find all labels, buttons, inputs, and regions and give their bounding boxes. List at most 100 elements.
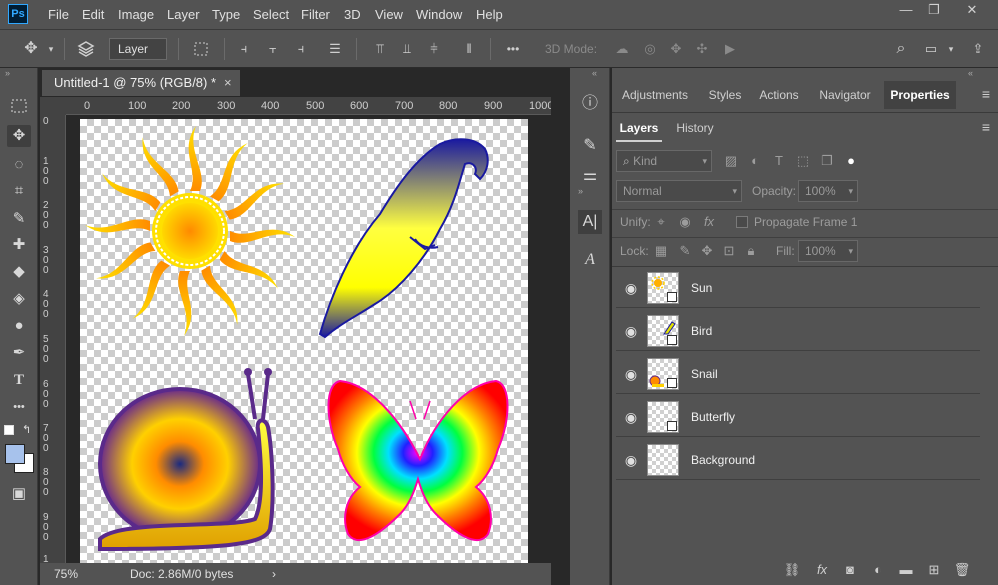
search-icon[interactable]: ⌕	[891, 40, 911, 58]
layer-filter-select[interactable]: ⌕ Kind ▾	[616, 150, 712, 172]
photoshop-logo[interactable]: Ps	[8, 4, 28, 24]
visibility-eye-icon[interactable]: ◉	[622, 322, 640, 340]
layer-row-sun[interactable]: ◉ Sun	[616, 268, 980, 308]
move-tool-icon[interactable]: ✥	[20, 40, 42, 58]
menu-view[interactable]: View	[375, 7, 403, 22]
healing-brush-icon[interactable]: ✚	[7, 234, 31, 256]
crop-tool-icon[interactable]: ⌗	[7, 180, 31, 202]
opacity-input[interactable]: 100% ▾	[798, 180, 858, 202]
auto-select-target-select[interactable]: Layer	[109, 38, 167, 60]
vertical-scrollbar[interactable]	[531, 115, 551, 563]
menu-select[interactable]: Select	[253, 7, 289, 22]
restore-button[interactable]: ❐	[925, 3, 943, 17]
adjustment-filter-icon[interactable]: ◐	[746, 151, 764, 171]
swap-colors-icon[interactable]: ↰	[22, 423, 31, 436]
lock-transparent-icon[interactable]: ▦	[652, 241, 670, 261]
zoom-level[interactable]: 75%	[54, 563, 78, 585]
visibility-eye-icon[interactable]: ◉	[622, 451, 640, 469]
status-menu-arrow-icon[interactable]: ›	[272, 563, 276, 585]
tab-history[interactable]: History	[668, 114, 722, 142]
3d-roll-icon[interactable]: ◎	[640, 40, 660, 58]
delete-layer-icon[interactable]: 🗑︎	[952, 561, 972, 579]
add-mask-icon[interactable]: ◙	[840, 561, 860, 579]
visibility-eye-icon[interactable]: ◉	[622, 365, 640, 383]
menu-layer[interactable]: Layer	[167, 7, 200, 22]
menu-edit[interactable]: Edit	[82, 7, 104, 22]
new-group-icon[interactable]: ▬	[896, 561, 916, 579]
collapse-icon[interactable]: »	[5, 68, 10, 78]
foreground-color-swatch[interactable]	[5, 444, 25, 464]
paint-bucket-icon[interactable]: ◈	[7, 288, 31, 310]
more-tools-icon[interactable]: •••	[7, 396, 31, 418]
filter-toggle-icon[interactable]: ●	[842, 151, 860, 171]
menu-3d[interactable]: 3D	[344, 7, 361, 22]
character-panel-icon[interactable]: A|	[578, 210, 602, 234]
paragraph-panel-icon[interactable]: A	[578, 248, 602, 272]
unify-style-icon[interactable]: fx	[700, 212, 718, 232]
tab-layers[interactable]: Layers	[616, 114, 662, 142]
lock-position-icon[interactable]: ✥	[698, 241, 716, 261]
default-colors-icon[interactable]	[4, 425, 14, 435]
close-tab-icon[interactable]: ×	[224, 70, 232, 96]
fill-input[interactable]: 100% ▾	[798, 240, 858, 262]
align-left-icon[interactable]: ⫞	[234, 40, 254, 58]
new-layer-icon[interactable]: ⊞	[924, 561, 944, 579]
lock-pixels-icon[interactable]: ✎	[676, 241, 694, 261]
type-filter-icon[interactable]: T	[770, 151, 788, 171]
layer-row-bird[interactable]: ◉ Bird	[616, 311, 980, 351]
propagate-checkbox[interactable]	[736, 216, 748, 228]
align-bottom-icon[interactable]: ⫩	[424, 40, 444, 58]
move-tool-icon[interactable]: ✥	[7, 125, 31, 147]
3d-camera-icon[interactable]: ▶	[720, 40, 740, 58]
menu-file[interactable]: File	[48, 7, 69, 22]
minimize-button[interactable]: —	[897, 3, 915, 17]
tab-adjustments[interactable]: Adjustments	[612, 81, 698, 109]
tab-properties[interactable]: Properties	[884, 81, 956, 109]
align-middle-icon[interactable]: ⫫	[397, 40, 417, 58]
type-tool-icon[interactable]: T	[7, 369, 31, 391]
eraser-tool-icon[interactable]: ◆	[7, 261, 31, 283]
collapse-icon[interactable]: «	[968, 68, 973, 78]
document-canvas[interactable]	[80, 119, 528, 563]
more-options-icon[interactable]: •••	[502, 40, 524, 58]
document-tab[interactable]: Untitled-1 @ 75% (RGB/8) * ×	[42, 70, 240, 96]
brush-panel-icon[interactable]: ✎	[578, 134, 602, 158]
lock-artboard-icon[interactable]: ⊡	[720, 241, 738, 261]
pixel-filter-icon[interactable]: ▨	[722, 151, 740, 171]
quick-mask-icon[interactable]: ▣	[7, 483, 31, 505]
shape-filter-icon[interactable]: ⬚	[794, 151, 812, 171]
align-right-icon[interactable]: ⫞	[291, 40, 311, 58]
menu-image[interactable]: Image	[118, 7, 154, 22]
menu-filter[interactable]: Filter	[301, 7, 330, 22]
align-top-icon[interactable]: ⫪	[370, 40, 390, 58]
auto-select-icon[interactable]	[75, 40, 97, 58]
layer-row-butterfly[interactable]: ◉ Butterfly	[616, 397, 980, 437]
lock-all-icon[interactable]: 🔒︎	[742, 241, 760, 261]
chevron-down-icon[interactable]: ▾	[46, 40, 56, 58]
menu-type[interactable]: Type	[212, 7, 240, 22]
collapse-icon[interactable]: «	[592, 68, 597, 78]
visibility-eye-icon[interactable]: ◉	[622, 279, 640, 297]
blend-mode-select[interactable]: Normal ▾	[616, 180, 742, 202]
link-layers-icon[interactable]: ⛓	[782, 561, 802, 579]
visibility-eye-icon[interactable]: ◉	[622, 408, 640, 426]
distribute-vertical-icon[interactable]: ‖	[459, 40, 479, 58]
brush-settings-icon[interactable]: ⚌	[578, 164, 602, 188]
menu-window[interactable]: Window	[416, 7, 462, 22]
layer-row-snail[interactable]: ◉ Snail	[616, 354, 980, 394]
3d-slide-icon[interactable]: ✣	[692, 40, 712, 58]
workspace-icon[interactable]: ▭	[921, 40, 941, 58]
transform-controls-icon[interactable]	[190, 40, 212, 58]
share-icon[interactable]: ⇪	[968, 40, 988, 58]
menu-help[interactable]: Help	[476, 7, 503, 22]
marquee-tool-icon[interactable]	[7, 98, 31, 120]
adjustment-layer-icon[interactable]: ◐	[868, 561, 888, 579]
tab-navigator[interactable]: Navigator	[808, 81, 882, 109]
tab-actions[interactable]: Actions	[752, 81, 806, 109]
blur-tool-icon[interactable]: ●	[7, 315, 31, 337]
align-center-icon[interactable]: ⫟	[263, 40, 283, 58]
lasso-tool-icon[interactable]: ◌	[7, 154, 31, 176]
3d-pan-icon[interactable]: ✥	[666, 40, 686, 58]
panel-menu-icon[interactable]: ≡	[982, 119, 990, 135]
info-panel-icon[interactable]: ⓘ	[578, 92, 602, 116]
